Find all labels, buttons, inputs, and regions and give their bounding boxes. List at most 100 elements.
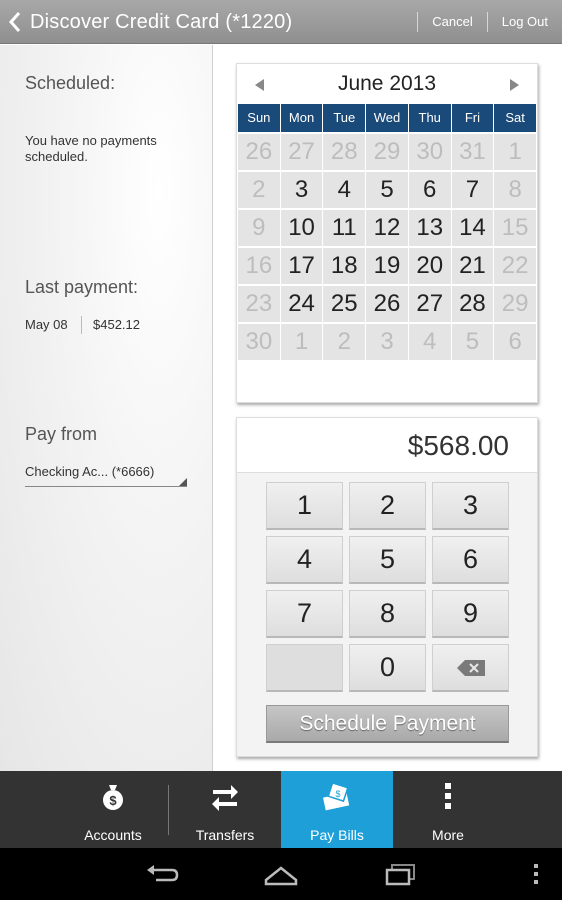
digit-key[interactable]: 3 [432, 482, 509, 530]
calendar-day: 15 [494, 210, 536, 246]
digit-key[interactable]: 6 [432, 536, 509, 584]
calendar-day[interactable]: 24 [280, 286, 323, 322]
calendar-day: 22 [494, 248, 536, 284]
calendar-day: 2 [323, 324, 366, 360]
calendar-day: 3 [366, 324, 408, 360]
calendar-day: 6 [494, 324, 536, 360]
digit-key[interactable]: 4 [266, 536, 343, 584]
backspace-key[interactable] [432, 644, 509, 692]
calendar-day: 4 [408, 324, 451, 360]
payment-info-panel: Scheduled: You have no payments schedule… [0, 45, 213, 771]
pay-from-value: Checking Ac... (*6666) [25, 464, 155, 479]
scheduled-message: You have no payments scheduled. [25, 133, 157, 164]
calendar-day[interactable]: 3 [280, 172, 323, 208]
calendar-day[interactable]: 27 [408, 286, 451, 322]
cancel-button[interactable]: Cancel [417, 12, 486, 32]
calendar-day: 8 [494, 172, 536, 208]
weekday-label: Tue [323, 104, 366, 132]
digit-key[interactable]: 1 [266, 482, 343, 530]
digit-key[interactable]: 2 [349, 482, 426, 530]
keypad-keys: 123 456 7890 [266, 482, 509, 692]
calendar-day: 30 [238, 324, 280, 360]
last-payment-date: May 08 [25, 317, 68, 332]
calendar: June 2013 Sun Mon Tue Wed Thu Fri Sat 26 27 28 29… [236, 63, 538, 403]
page-title: Discover Credit Card (*1220) [30, 10, 293, 33]
weekday-label: Mon [280, 104, 323, 132]
digit-key[interactable]: 0 [349, 644, 426, 692]
calendar-day: 29 [366, 134, 408, 170]
calendar-month-title: June 2013 [337, 72, 437, 95]
calendar-day: 16 [238, 248, 280, 284]
calendar-day[interactable]: 5 [366, 172, 408, 208]
chevron-left-icon [8, 12, 21, 32]
calendar-day[interactable]: 7 [451, 172, 494, 208]
calendar-day[interactable]: 17 [280, 248, 323, 284]
calendar-day[interactable]: 6 [408, 172, 451, 208]
calendar-day: 23 [238, 286, 280, 322]
calendar-day[interactable]: 10 [280, 210, 323, 246]
calendar-day: 26 [238, 134, 280, 170]
svg-text:$: $ [335, 789, 340, 799]
calendar-day[interactable]: 14 [451, 210, 494, 246]
calendar-day: 1 [280, 324, 323, 360]
transfer-arrows-icon [212, 785, 238, 811]
digit-key[interactable]: 8 [349, 590, 426, 638]
pay-bills-icon: $ [323, 781, 350, 811]
dropdown-corner-icon [179, 478, 187, 486]
calendar-day[interactable]: 4 [323, 172, 366, 208]
tab-accounts[interactable]: $ Accounts [57, 771, 169, 848]
calendar-day[interactable]: 28 [451, 286, 494, 322]
schedule-payment-button[interactable]: Schedule Payment [266, 705, 509, 743]
pay-from-title: Pay from [25, 424, 98, 444]
calendar-header: June 2013 [237, 64, 537, 104]
weekday-label: Fri [451, 104, 494, 132]
divider [81, 316, 82, 334]
svg-text:$: $ [109, 793, 117, 808]
calendar-day[interactable]: 11 [323, 210, 366, 246]
tab-label: More [432, 827, 464, 843]
last-payment-title: Last payment: [25, 277, 139, 297]
calendar-day[interactable]: 25 [323, 286, 366, 322]
next-month-icon[interactable] [506, 77, 522, 93]
tab-pay-bills[interactable]: $ Pay Bills [281, 771, 393, 848]
digit-key[interactable]: 9 [432, 590, 509, 638]
tab-transfers[interactable]: Transfers [169, 771, 281, 848]
back-button[interactable]: Discover Credit Card (*1220) [6, 0, 292, 44]
amount-display: $568.00 [237, 418, 537, 473]
scheduled-title: Scheduled: [25, 73, 116, 93]
calendar-day[interactable]: 19 [366, 248, 408, 284]
digit-key[interactable]: 5 [349, 536, 426, 584]
blank-key [266, 644, 343, 692]
calendar-day[interactable]: 12 [366, 210, 408, 246]
calendar-day[interactable]: 13 [408, 210, 451, 246]
overflow-menu-icon[interactable] [524, 860, 548, 888]
payment-entry-panel: June 2013 Sun Mon Tue Wed Thu Fri Sat 26 27 28 29… [214, 45, 562, 771]
home-nav-icon[interactable] [263, 860, 299, 888]
system-navigation-bar [0, 848, 562, 900]
weekday-label: Sat [494, 104, 536, 132]
calendar-day[interactable]: 18 [323, 248, 366, 284]
calendar-day: 29 [494, 286, 536, 322]
calendar-day[interactable]: 20 [408, 248, 451, 284]
recent-apps-icon[interactable] [382, 860, 418, 888]
weekday-label: Sun [238, 104, 280, 132]
pay-from-select[interactable]: Checking Ac... (*6666) [25, 461, 187, 487]
tab-label: Pay Bills [310, 827, 364, 843]
last-payment-amount: $452.12 [93, 317, 140, 332]
calendar-day: 30 [408, 134, 451, 170]
tab-more[interactable]: More [392, 771, 504, 848]
back-nav-icon[interactable] [144, 860, 180, 888]
digit-key[interactable]: 7 [266, 590, 343, 638]
backspace-icon [456, 659, 485, 676]
calendar-day: 9 [238, 210, 280, 246]
money-bag-icon: $ [103, 785, 123, 810]
calendar-day[interactable]: 21 [451, 248, 494, 284]
calendar-day[interactable]: 26 [366, 286, 408, 322]
calendar-day: 27 [280, 134, 323, 170]
weekday-header: Sun Mon Tue Wed Thu Fri Sat [237, 104, 537, 132]
action-bar: Discover Credit Card (*1220) Cancel Log … [0, 0, 562, 44]
logout-button[interactable]: Log Out [486, 12, 562, 32]
more-dots-icon [445, 783, 451, 809]
calendar-day: 31 [451, 134, 494, 170]
amount-keypad: $568.00 123 456 7890 Schedule Payment [236, 417, 538, 757]
